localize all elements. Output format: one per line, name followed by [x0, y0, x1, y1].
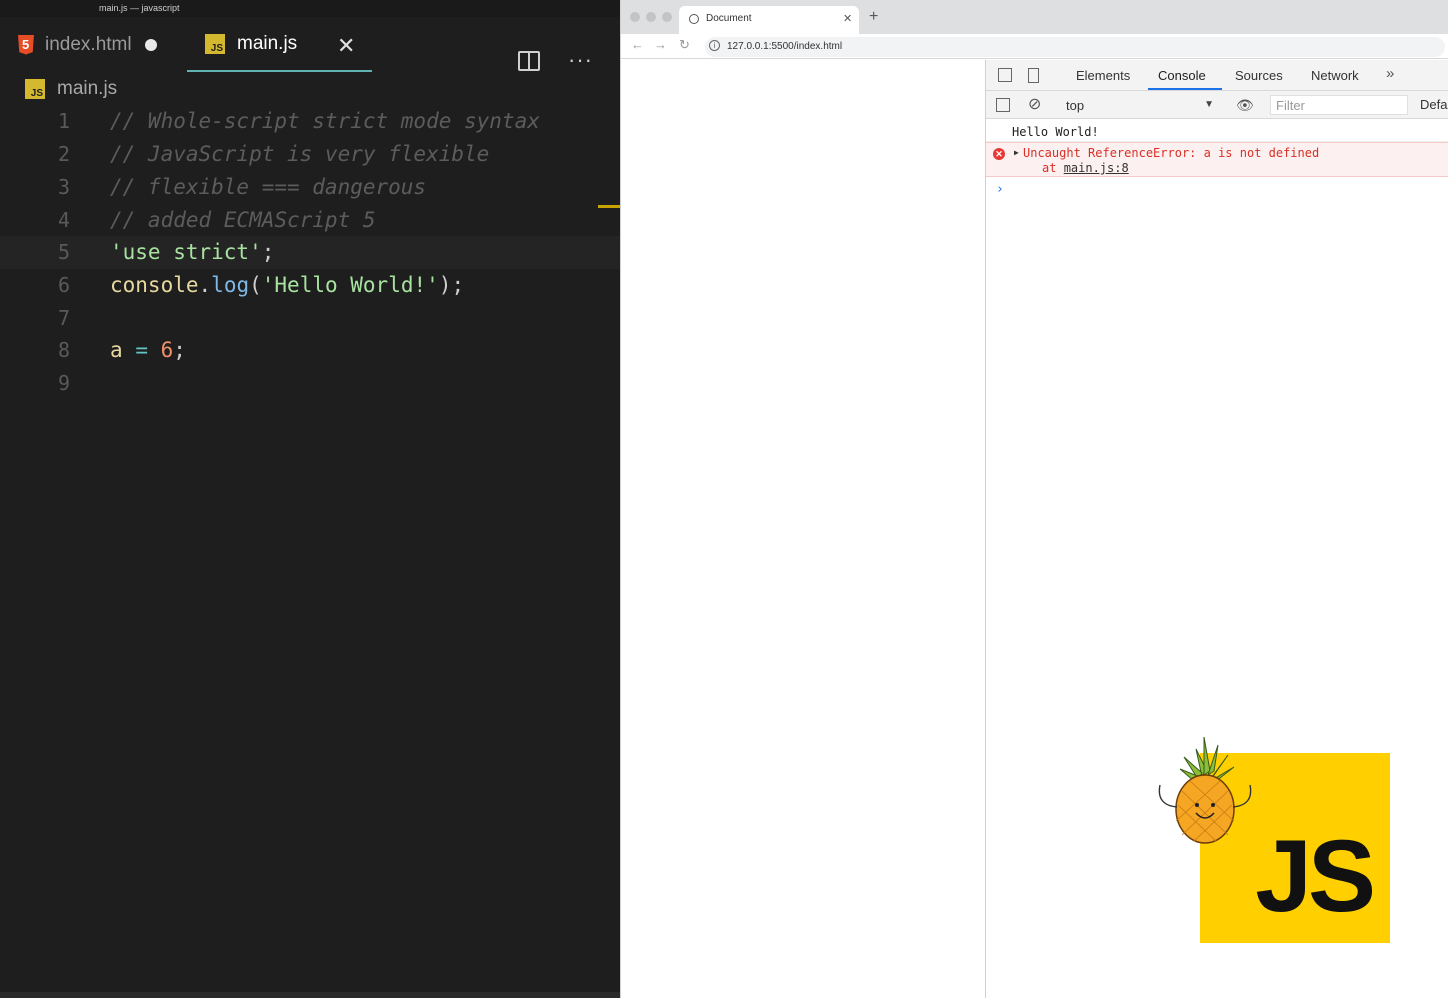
more-actions-icon[interactable]: ··· [568, 47, 593, 73]
error-stack-line: at main.js:8 [1042, 161, 1129, 175]
error-at-prefix: at [1042, 161, 1064, 175]
code-line-active[interactable]: 5 'use strict'; [0, 236, 620, 269]
editor-tab-bar: index.html main.js ✕ ··· [0, 17, 620, 72]
window-close-button[interactable] [630, 12, 640, 22]
line-number: 9 [57, 371, 70, 395]
page-viewport[interactable] [621, 60, 985, 998]
code-line[interactable]: 3 // flexible === dangerous [0, 171, 620, 204]
code-text[interactable]: a = 6; [110, 334, 186, 367]
code-line[interactable]: 1 // Whole-script strict mode syntax [0, 105, 620, 138]
line-number: 5 [57, 240, 70, 264]
browser-tab-title: Document [706, 13, 752, 24]
code-line[interactable]: 8 a = 6; [0, 334, 620, 367]
js-file-icon [25, 79, 45, 99]
line-number: 8 [57, 338, 70, 362]
code-text[interactable]: // JavaScript is very flexible [110, 138, 489, 171]
code-text[interactable]: 'use strict'; [110, 236, 274, 269]
line-number: 2 [57, 142, 70, 166]
js-logo-text: JS [1255, 819, 1376, 933]
browser-tabstrip: Document ✕ + [621, 0, 1448, 34]
source-link[interactable]: main.js:8 [1064, 161, 1129, 175]
code-line[interactable]: 6 console.log('Hello World!'); [0, 269, 620, 302]
line-number: 1 [57, 109, 70, 133]
code-line[interactable]: 4 // added ECMAScript 5 [0, 204, 620, 237]
error-icon: ✕ [993, 148, 1005, 160]
tab-console[interactable]: Console [1158, 68, 1206, 83]
close-tab-icon[interactable]: ✕ [843, 12, 852, 25]
code-text[interactable]: // flexible === dangerous [110, 171, 426, 204]
globe-icon [689, 14, 699, 24]
address-bar[interactable]: i 127.0.0.1:5500/index.html [705, 37, 1445, 57]
breadcrumb[interactable]: main.js [25, 78, 117, 100]
pineapple-mascot-icon [1158, 736, 1252, 844]
tab-label: index.html [45, 33, 132, 55]
expand-triangle-icon[interactable]: ▶ [1014, 148, 1019, 157]
window-title: main.js — javascript [99, 3, 180, 13]
tab-sources[interactable]: Sources [1235, 68, 1283, 83]
inspect-element-icon[interactable] [998, 68, 1012, 82]
status-bar-edge [0, 992, 620, 998]
code-line[interactable]: 9 [0, 367, 620, 400]
chevron-down-icon: ▼ [1204, 99, 1214, 110]
forward-arrow-icon[interactable]: → [654, 37, 667, 52]
log-levels-dropdown[interactable]: Default levels [1420, 97, 1448, 112]
info-icon[interactable]: i [709, 40, 720, 51]
context-selector[interactable]: top ▼ [1060, 94, 1218, 116]
active-tab-indicator [1148, 88, 1222, 90]
browser-tab[interactable]: Document ✕ [679, 6, 859, 34]
more-tabs-icon[interactable]: » [1386, 65, 1394, 82]
console-filter[interactable] [1270, 95, 1408, 115]
error-message: Uncaught ReferenceError: a is not define… [1023, 146, 1320, 160]
js-file-icon [205, 33, 225, 54]
prompt-caret-icon: › [996, 182, 1004, 197]
tab-network[interactable]: Network [1311, 68, 1359, 83]
browser-toolbar: ← → ↻ i 127.0.0.1:5500/index.html [621, 34, 1448, 59]
console-prompt[interactable]: › [986, 180, 1448, 200]
line-number: 6 [57, 273, 70, 297]
code-line[interactable]: 2 // JavaScript is very flexible [0, 138, 620, 171]
console-log-text: Hello World! [1012, 125, 1099, 139]
device-toolbar-icon[interactable] [1028, 68, 1039, 83]
reload-icon[interactable]: ↻ [679, 37, 690, 53]
clear-console-icon[interactable]: ⊘ [1028, 94, 1041, 114]
breadcrumb-file[interactable]: main.js [57, 78, 117, 100]
unsaved-dot-icon[interactable] [144, 38, 157, 51]
tab-elements[interactable]: Elements [1076, 68, 1130, 83]
live-expression-eye-icon[interactable]: 👁 [1236, 97, 1254, 114]
new-tab-icon[interactable]: + [869, 8, 878, 26]
sidebar-toggle-icon[interactable] [996, 98, 1010, 112]
line-number: 7 [57, 306, 70, 330]
code-line[interactable]: 7 [0, 302, 620, 335]
code-text[interactable]: console.log('Hello World!'); [110, 269, 464, 302]
console-log-row: Hello World! [986, 120, 1448, 142]
context-value: top [1066, 98, 1085, 113]
line-number: 4 [57, 208, 70, 232]
filter-input[interactable] [1271, 96, 1401, 114]
back-arrow-icon[interactable]: ← [631, 37, 644, 52]
close-tab-icon[interactable]: ✕ [337, 33, 355, 59]
html5-file-icon [18, 34, 34, 55]
code-text[interactable]: // Whole-script strict mode syntax [110, 105, 540, 138]
split-editor-icon[interactable] [518, 51, 540, 71]
devtools-tab-bar: Elements Console Sources Network » [986, 60, 1448, 91]
vscode-window: main.js — javascript index.html main.js … [0, 0, 620, 998]
window-titlebar: main.js — javascript [0, 0, 620, 17]
tab-index-html[interactable]: index.html [18, 17, 157, 72]
console-toolbar: ⊘ top ▼ 👁 Default levels [986, 91, 1448, 119]
tab-main-js[interactable]: main.js ✕ [187, 17, 372, 72]
overview-ruler-marker [598, 205, 620, 208]
window-zoom-button[interactable] [662, 12, 672, 22]
console-error-row[interactable]: ✕ ▶ Uncaught ReferenceError: a is not de… [986, 142, 1448, 177]
window-minimize-button[interactable] [646, 12, 656, 22]
address-url[interactable]: 127.0.0.1:5500/index.html [727, 41, 842, 52]
line-number: 3 [57, 175, 70, 199]
tab-label: main.js [237, 32, 298, 54]
code-text[interactable]: // added ECMAScript 5 [110, 204, 376, 237]
